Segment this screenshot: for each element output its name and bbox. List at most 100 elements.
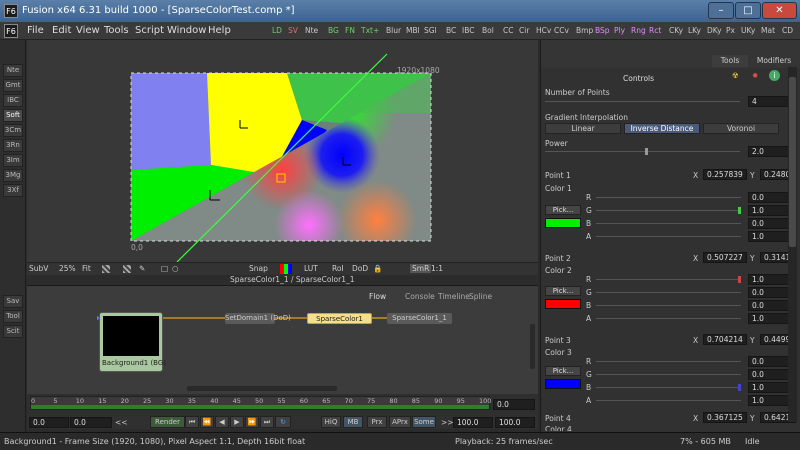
color-2-g-slider[interactable] (596, 292, 741, 293)
menu-edit[interactable]: Edit (52, 25, 71, 36)
toolbar-bc[interactable]: BC (444, 24, 458, 38)
global-end-field[interactable]: 100.0 (495, 417, 535, 428)
toolbar-rct[interactable]: Rct (647, 24, 663, 38)
color-1-a-slider[interactable] (596, 236, 741, 237)
left-tool-scit[interactable]: Scit (3, 325, 23, 338)
menu-script[interactable]: Script (135, 25, 164, 36)
color-3-a-slider[interactable] (596, 400, 741, 401)
interp-linear-button[interactable]: Linear (545, 123, 621, 134)
color-3-swatch[interactable] (545, 379, 581, 389)
sub-view-button[interactable]: SubV (29, 264, 48, 273)
mb-button[interactable]: MB (343, 416, 363, 428)
menu-file[interactable]: File (27, 25, 44, 36)
toolbar-hcv[interactable]: HCv (534, 24, 553, 38)
power-field[interactable]: 2.0 (748, 146, 792, 157)
fast-forward-button[interactable]: ⏩ (245, 416, 259, 428)
toolbar-ply[interactable]: Ply (612, 24, 627, 38)
play-reverse-button[interactable]: ◀ (215, 416, 229, 428)
left-tool-3mg[interactable]: 3Mg (3, 169, 23, 182)
color-2-a-field[interactable]: 1.0 (748, 313, 792, 324)
zoom-select[interactable]: 25% (59, 264, 76, 273)
interp-inverse-distance-button[interactable]: Inverse Distance (624, 123, 700, 134)
viewer[interactable]: 1920x1080 0,0 (27, 40, 538, 262)
roi-button[interactable]: RoI (332, 264, 344, 273)
color-3-pick-button[interactable]: Pick... (545, 366, 581, 376)
color-1-g-knob[interactable] (738, 207, 741, 214)
toolbar-fn[interactable]: FN (343, 24, 357, 38)
toolbar-ccv[interactable]: CCv (552, 24, 571, 38)
render-end-field[interactable]: 100.0 (453, 417, 493, 428)
left-tool-3cm[interactable]: 3Cm (3, 124, 23, 137)
color-2-r-knob[interactable] (738, 276, 741, 283)
circle-tool-icon[interactable]: ○ (172, 264, 179, 273)
panel-scrollbar-thumb[interactable] (789, 77, 796, 247)
viewer-canvas[interactable] (27, 40, 538, 262)
flow-vscroll[interactable] (530, 324, 535, 369)
render-start-field[interactable]: 0.0 (70, 417, 112, 428)
color-2-b-field[interactable]: 0.0 (748, 300, 792, 311)
color-3-r-field[interactable]: 0.0 (748, 356, 792, 367)
panel-scrollbar[interactable] (788, 67, 797, 422)
gear-icon[interactable]: ✹ (752, 71, 758, 80)
timeline-ruler[interactable]: 0 5 10 15 20 25 30 35 40 45 50 55 60 65 70 75 80 85 90 95 10… (27, 394, 538, 416)
color-2-r-field[interactable]: 1.0 (748, 274, 792, 285)
left-tool-3rn[interactable]: 3Rn (3, 139, 23, 152)
toolbar-ibc[interactable]: IBC (460, 24, 476, 38)
lock-icon[interactable]: 🔒 (373, 264, 382, 273)
smr-button[interactable]: SmR (410, 264, 432, 273)
color-1-r-slider[interactable] (596, 197, 741, 198)
toolbar-nte[interactable]: Nte (303, 24, 320, 38)
toolbar-mat[interactable]: Mat (759, 24, 777, 38)
sparsecolor-1-node[interactable]: SparseColor1_1 (387, 313, 452, 324)
left-tool-gmt[interactable]: Gmt (3, 79, 23, 92)
menu-tools[interactable]: Tools (104, 25, 129, 36)
step-forward-button[interactable]: >> (441, 418, 454, 427)
close-button[interactable]: ✕ (762, 2, 797, 19)
pen-icon[interactable]: ✎ (139, 264, 145, 273)
color-2-r-slider[interactable] (596, 279, 741, 280)
flow-hscroll[interactable] (187, 386, 337, 391)
toolbar-blur[interactable]: Blur (384, 24, 403, 38)
color-1-r-field[interactable]: 0.0 (748, 192, 792, 203)
toolbar-cky[interactable]: CKy (667, 24, 685, 38)
color-3-b-field[interactable]: 1.0 (748, 382, 792, 393)
power-slider[interactable] (545, 151, 740, 152)
background-node[interactable]: Background1 (BG) (99, 312, 166, 372)
toolbar-ld[interactable]: LD (270, 24, 284, 38)
tab-timeline[interactable]: Timeline (438, 290, 470, 303)
color-2-g-field[interactable]: 0.0 (748, 287, 792, 298)
some-button[interactable]: Some (412, 416, 436, 428)
color-2-a-slider[interactable] (596, 318, 741, 319)
tab-tools[interactable]: Tools (712, 55, 748, 67)
color-1-g-field[interactable]: 1.0 (748, 205, 792, 216)
color-3-r-slider[interactable] (596, 361, 741, 362)
menu-help[interactable]: Help (208, 25, 231, 36)
left-tool-ibc[interactable]: IBC (3, 94, 23, 107)
color-1-swatch[interactable] (545, 218, 581, 228)
color-1-pick-button[interactable]: Pick... (545, 205, 581, 215)
lut-button[interactable]: LUT (304, 264, 318, 273)
toolbar-bg[interactable]: BG (326, 24, 341, 38)
toolbar-cc[interactable]: CC (501, 24, 515, 38)
toolbar-rng[interactable]: Rng (629, 24, 648, 38)
left-tool-tool[interactable]: Tool (3, 310, 23, 323)
color-1-b-slider[interactable] (596, 223, 741, 224)
goto-end-button[interactable]: ⏭ (260, 416, 274, 428)
point-2-x-field[interactable]: 0.507227 (703, 252, 747, 263)
num-points-field[interactable]: 4 (748, 96, 792, 107)
tab-spline[interactable]: Spline (469, 290, 492, 303)
left-tool-sav[interactable]: Sav (3, 295, 23, 308)
current-time-field[interactable]: 0.0 (493, 399, 535, 410)
toolbar-bsp[interactable]: BSp (593, 24, 612, 38)
power-slider-knob[interactable] (645, 148, 648, 155)
left-tool-nte[interactable]: Nte (3, 64, 23, 77)
left-tool-3xf[interactable]: 3Xf (3, 184, 23, 197)
color-3-b-slider[interactable] (596, 387, 741, 388)
color-1-a-field[interactable]: 1.0 (748, 231, 792, 242)
toolbar-lky[interactable]: LKy (686, 24, 703, 38)
setdomain-node[interactable]: SetDomain1 (DoD) (225, 313, 291, 324)
color-2-b-slider[interactable] (596, 305, 741, 306)
radioactive-icon[interactable]: ☢ (732, 71, 739, 80)
aprx-button[interactable]: APrx (389, 416, 411, 428)
info-icon[interactable]: i (769, 70, 780, 81)
